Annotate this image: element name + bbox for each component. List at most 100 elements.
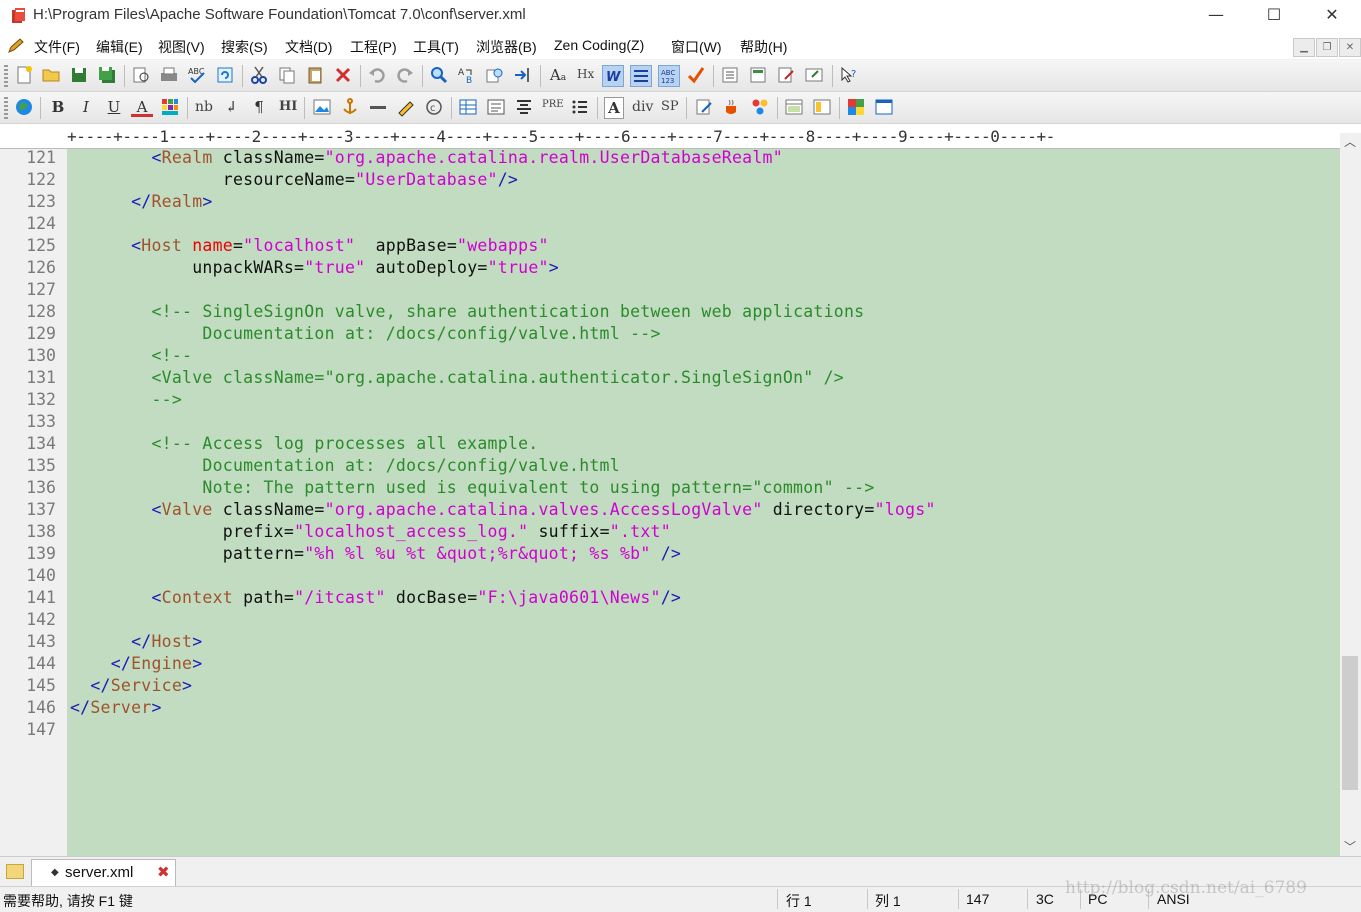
color-picker-icon[interactable] xyxy=(160,97,180,117)
image-icon[interactable] xyxy=(312,97,332,117)
new-file-icon[interactable] xyxy=(14,65,34,85)
menu-window[interactable]: 窗口(W) xyxy=(671,37,722,57)
frame-icon[interactable] xyxy=(784,97,804,117)
java-cup-icon[interactable] xyxy=(722,97,742,117)
code-line[interactable]: </Realm> xyxy=(70,192,213,211)
print-icon[interactable] xyxy=(159,65,179,85)
template-icon[interactable] xyxy=(720,65,740,85)
code-line[interactable]: <Realm className="org.apache.catalina.re… xyxy=(70,149,783,167)
code-line[interactable]: <Host name="localhost" appBase="webapps" xyxy=(70,236,549,255)
code-line[interactable]: <!-- Access log processes all example. xyxy=(70,434,538,453)
context-help-icon[interactable]: ? xyxy=(839,65,859,85)
code-line[interactable]: <Valve className="org.apache.catalina.au… xyxy=(70,368,844,387)
print-preview-icon[interactable] xyxy=(131,65,151,85)
undo-icon[interactable] xyxy=(367,65,387,85)
list-icon[interactable] xyxy=(570,97,590,117)
spell-check-icon[interactable]: ABC xyxy=(187,65,207,85)
scroll-down-icon[interactable]: ﹀ xyxy=(1344,838,1356,855)
align-center-icon[interactable] xyxy=(514,97,534,117)
anchor-icon[interactable] xyxy=(340,97,360,117)
tab-server-xml[interactable]: ◆ server.xml ✖ xyxy=(31,859,176,886)
menu-tools[interactable]: 工具(T) xyxy=(413,37,459,57)
bold-button[interactable]: B xyxy=(47,97,69,117)
globe-icon[interactable] xyxy=(14,97,34,117)
code-line[interactable]: --> xyxy=(70,390,182,409)
form-icon[interactable] xyxy=(486,97,506,117)
paragraph-icon[interactable]: ¶ xyxy=(248,97,270,117)
goto-line-icon[interactable] xyxy=(513,65,533,85)
menu-browser[interactable]: 浏览器(B) xyxy=(476,37,537,57)
copyright-icon[interactable]: c xyxy=(424,97,444,117)
code-line[interactable]: <!-- SingleSignOn valve, share authentic… xyxy=(70,302,864,321)
menu-document[interactable]: 文档(D) xyxy=(285,37,332,57)
refresh-icon[interactable] xyxy=(215,65,235,85)
paste-icon[interactable] xyxy=(305,65,325,85)
toolbar-grip[interactable] xyxy=(4,65,8,87)
menu-view[interactable]: 视图(V) xyxy=(158,37,205,57)
edit-tag-icon[interactable] xyxy=(694,97,714,117)
palette-icon[interactable] xyxy=(846,97,866,117)
cut-icon[interactable] xyxy=(249,65,269,85)
edit-document-icon[interactable] xyxy=(776,65,796,85)
window-icon[interactable] xyxy=(874,97,894,117)
mdi-close-button[interactable]: ✕ xyxy=(1339,38,1361,57)
italic-button[interactable]: I xyxy=(75,97,97,117)
syntax-check-icon[interactable] xyxy=(686,65,706,85)
folder-icon[interactable] xyxy=(6,864,24,879)
maximize-button[interactable]: ☐ xyxy=(1245,0,1303,33)
horizontal-rule-button[interactable]: HI xyxy=(279,99,297,114)
code-editor[interactable]: <Realm className="org.apache.catalina.re… xyxy=(67,149,1340,856)
scroll-up-icon[interactable]: ︿ xyxy=(1344,133,1356,150)
span-button[interactable]: SP xyxy=(661,99,679,114)
line-break-icon[interactable]: ↲ xyxy=(220,97,242,117)
div-button[interactable]: div xyxy=(632,99,653,115)
column-mode-icon[interactable]: ABC123 xyxy=(658,65,680,87)
menu-help[interactable]: 帮助(H) xyxy=(740,37,787,57)
code-line[interactable]: resourceName="UserDatabase"/> xyxy=(70,170,518,189)
code-line[interactable]: <Valve className="org.apache.catalina.va… xyxy=(70,500,936,519)
menu-project[interactable]: 工程(P) xyxy=(350,37,397,57)
code-line[interactable]: unpackWARs="true" autoDeploy="true"> xyxy=(70,258,559,277)
close-button[interactable]: ✕ xyxy=(1303,0,1361,33)
toolbar-grip[interactable] xyxy=(4,97,8,119)
find-icon[interactable] xyxy=(429,65,449,85)
nbsp-button[interactable]: nb xyxy=(195,99,213,115)
scroll-thumb[interactable] xyxy=(1342,656,1358,790)
table-template-icon[interactable] xyxy=(748,65,768,85)
component-icon[interactable] xyxy=(750,97,770,117)
code-line[interactable]: <!-- xyxy=(70,346,192,365)
code-line[interactable]: </Server> xyxy=(70,698,162,717)
word-wrap-icon[interactable]: W xyxy=(602,65,624,87)
vertical-scrollbar[interactable]: ︿ ﹀ xyxy=(1340,133,1361,856)
hr-line-icon[interactable] xyxy=(368,97,388,117)
minimize-button[interactable]: — xyxy=(1187,0,1245,33)
code-line[interactable]: </Service> xyxy=(70,676,192,695)
code-line[interactable]: prefix="localhost_access_log." suffix=".… xyxy=(70,522,671,541)
menu-file[interactable]: 文件(F) xyxy=(34,37,80,57)
heading-button[interactable]: Hx xyxy=(577,67,594,81)
preview-icon[interactable] xyxy=(804,65,824,85)
pre-button[interactable]: PRE xyxy=(542,99,564,110)
font-color-button[interactable]: A xyxy=(131,97,153,117)
table-icon[interactable] xyxy=(458,97,478,117)
code-line[interactable]: Documentation at: /docs/config/valve.htm… xyxy=(70,324,661,343)
replace-icon[interactable]: AB xyxy=(457,65,477,85)
code-line[interactable]: </Host> xyxy=(70,632,202,651)
open-folder-icon[interactable] xyxy=(41,65,61,85)
delete-icon[interactable] xyxy=(333,65,353,85)
code-line[interactable]: <Context path="/itcast" docBase="F:\java… xyxy=(70,588,681,607)
line-numbers-icon[interactable] xyxy=(630,65,652,87)
copy-icon[interactable] xyxy=(277,65,297,85)
mdi-restore-button[interactable]: ❐ xyxy=(1316,38,1338,57)
marker-icon[interactable] xyxy=(396,97,416,117)
menu-zen-coding[interactable]: Zen Coding(Z) xyxy=(554,37,644,53)
save-icon[interactable] xyxy=(69,65,89,85)
layout-icon[interactable] xyxy=(812,97,832,117)
redo-icon[interactable] xyxy=(395,65,415,85)
mdi-minimize-button[interactable]: ▁ xyxy=(1293,38,1315,57)
save-all-icon[interactable] xyxy=(97,65,117,85)
code-line[interactable]: </Engine> xyxy=(70,654,202,673)
code-line[interactable]: Documentation at: /docs/config/valve.htm… xyxy=(70,456,620,475)
code-line[interactable]: Note: The pattern used is equivalent to … xyxy=(70,478,875,497)
font-face-icon[interactable]: A xyxy=(604,97,624,119)
